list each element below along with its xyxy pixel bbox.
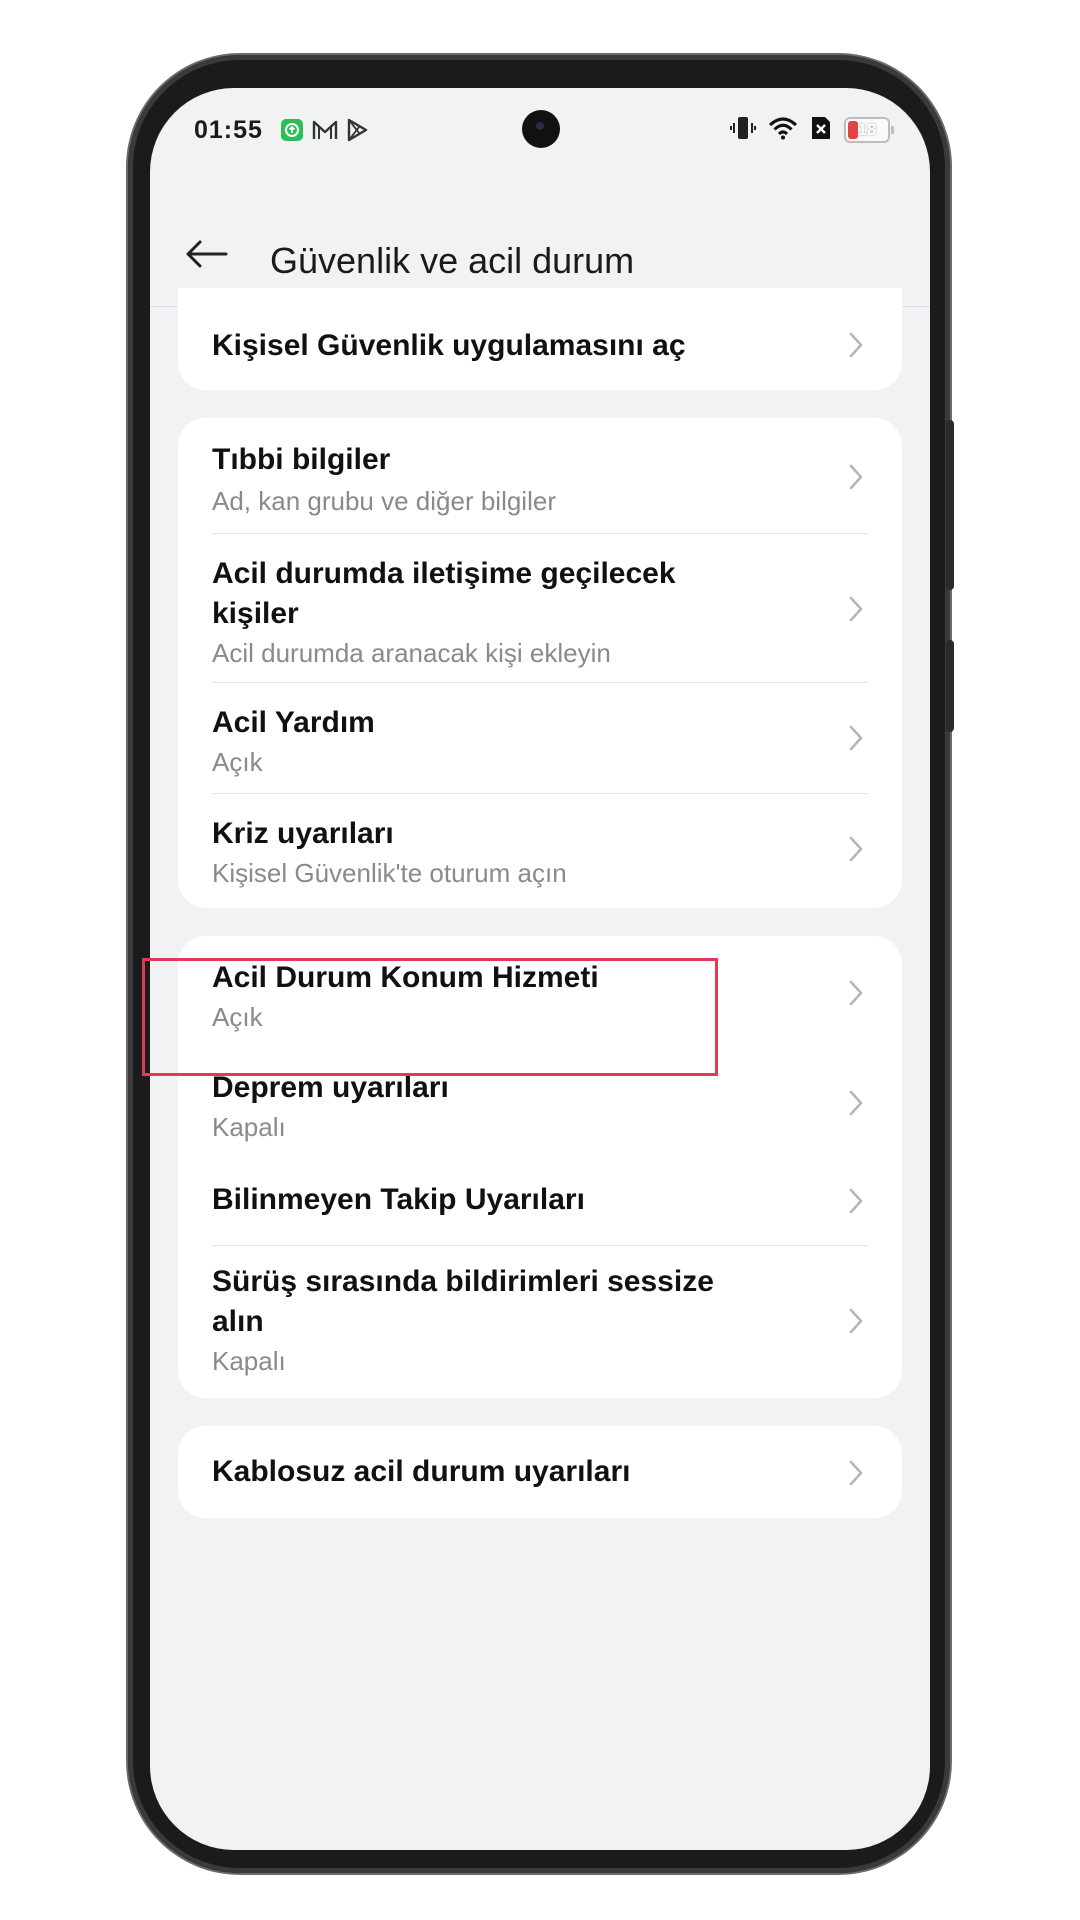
list-item-label: kişiler <box>212 597 299 630</box>
list-item-subtitle: Açık <box>212 1002 263 1032</box>
chevron-right-icon <box>849 596 863 622</box>
list-item-label: Kriz uyarıları <box>212 817 394 850</box>
wifi-icon <box>768 116 798 145</box>
list-item-subtitle: Kapalı <box>212 1112 286 1142</box>
side-button <box>946 420 954 590</box>
status-icons-right: 18 <box>730 115 894 146</box>
list-item-personal-safety-app[interactable]: Kişisel Güvenlik uygulamasını aç <box>178 288 902 390</box>
arrow-left-icon <box>186 240 228 268</box>
settings-card: Acil Durum Konum Hizmeti Açık Deprem uya… <box>178 936 902 1398</box>
side-button <box>946 640 954 732</box>
list-item-earthquake-alerts[interactable]: Deprem uyarıları Kapalı <box>178 1046 902 1164</box>
list-item-label: alın <box>212 1305 264 1338</box>
back-button[interactable] <box>178 226 234 282</box>
vibrate-icon <box>730 115 756 146</box>
chevron-right-icon <box>849 1090 863 1116</box>
list-item-subtitle: Kapalı <box>212 1346 286 1376</box>
page-title: Güvenlik ve acil durum <box>270 240 635 281</box>
settings-card: Kablosuz acil durum uyarıları <box>178 1426 902 1518</box>
list-item-emergency-location[interactable]: Acil Durum Konum Hizmeti Açık <box>178 936 902 1046</box>
app-notification-icon <box>280 118 304 147</box>
chevron-right-icon <box>849 836 863 862</box>
list-item-emergency-sos[interactable]: Acil Yardım Açık <box>178 683 902 793</box>
list-item-label: Acil Yardım <box>212 706 375 739</box>
no-sim-icon <box>810 115 832 146</box>
list-item-unknown-tracker-alerts[interactable]: Bilinmeyen Takip Uyarıları <box>178 1164 902 1244</box>
list-item-subtitle: Acil durumda aranacak kişi ekleyin <box>212 638 611 668</box>
list-item-wireless-emergency-alerts[interactable]: Kablosuz acil durum uyarıları <box>178 1426 902 1518</box>
chevron-right-icon <box>849 1188 863 1214</box>
status-time: 01:55 <box>194 116 263 144</box>
list-item-medical-info[interactable]: Tıbbi bilgiler Ad, kan grubu ve diğer bi… <box>178 418 902 534</box>
mail-icon <box>312 119 338 146</box>
screen: 01:55 18 Güvenlik ve acil durum Kişisel … <box>150 88 930 1850</box>
list-item-driving-silence[interactable]: Sürüş sırasında bildirimleri sessize alı… <box>178 1246 902 1398</box>
list-item-label: Deprem uyarıları <box>212 1071 449 1104</box>
list-item-label: Bilinmeyen Takip Uyarıları <box>212 1183 585 1216</box>
settings-card: Kişisel Güvenlik uygulamasını aç <box>178 288 902 390</box>
chevron-right-icon <box>849 332 863 358</box>
list-item-label: Acil Durum Konum Hizmeti <box>212 961 599 994</box>
chevron-right-icon <box>849 980 863 1006</box>
list-item-label: Kişisel Güvenlik uygulamasını aç <box>212 329 686 362</box>
list-item-label: Kablosuz acil durum uyarıları <box>212 1455 631 1488</box>
chevron-right-icon <box>849 725 863 751</box>
list-item-subtitle: Kişisel Güvenlik'te oturum açın <box>212 858 567 888</box>
status-icons-left <box>280 118 368 146</box>
list-item-label: Tıbbi bilgiler <box>212 443 391 476</box>
play-icon <box>346 118 368 147</box>
chevron-right-icon <box>849 464 863 490</box>
battery-icon: 18 <box>844 117 894 143</box>
list-item-emergency-contacts[interactable]: Acil durumda iletişime geçilecek kişiler… <box>178 534 902 682</box>
front-camera <box>522 110 560 148</box>
list-item-label: Sürüş sırasında bildirimleri sessize <box>212 1265 714 1298</box>
chevron-right-icon <box>849 1460 863 1486</box>
list-item-crisis-alerts[interactable]: Kriz uyarıları Kişisel Güvenlik'te oturu… <box>178 794 902 908</box>
chevron-right-icon <box>849 1308 863 1334</box>
battery-level: 18 <box>857 120 877 139</box>
settings-card: Tıbbi bilgiler Ad, kan grubu ve diğer bi… <box>178 418 902 908</box>
status-bar: 01:55 18 <box>150 88 930 178</box>
list-item-subtitle: Ad, kan grubu ve diğer bilgiler <box>212 486 556 516</box>
list-item-subtitle: Açık <box>212 747 263 777</box>
